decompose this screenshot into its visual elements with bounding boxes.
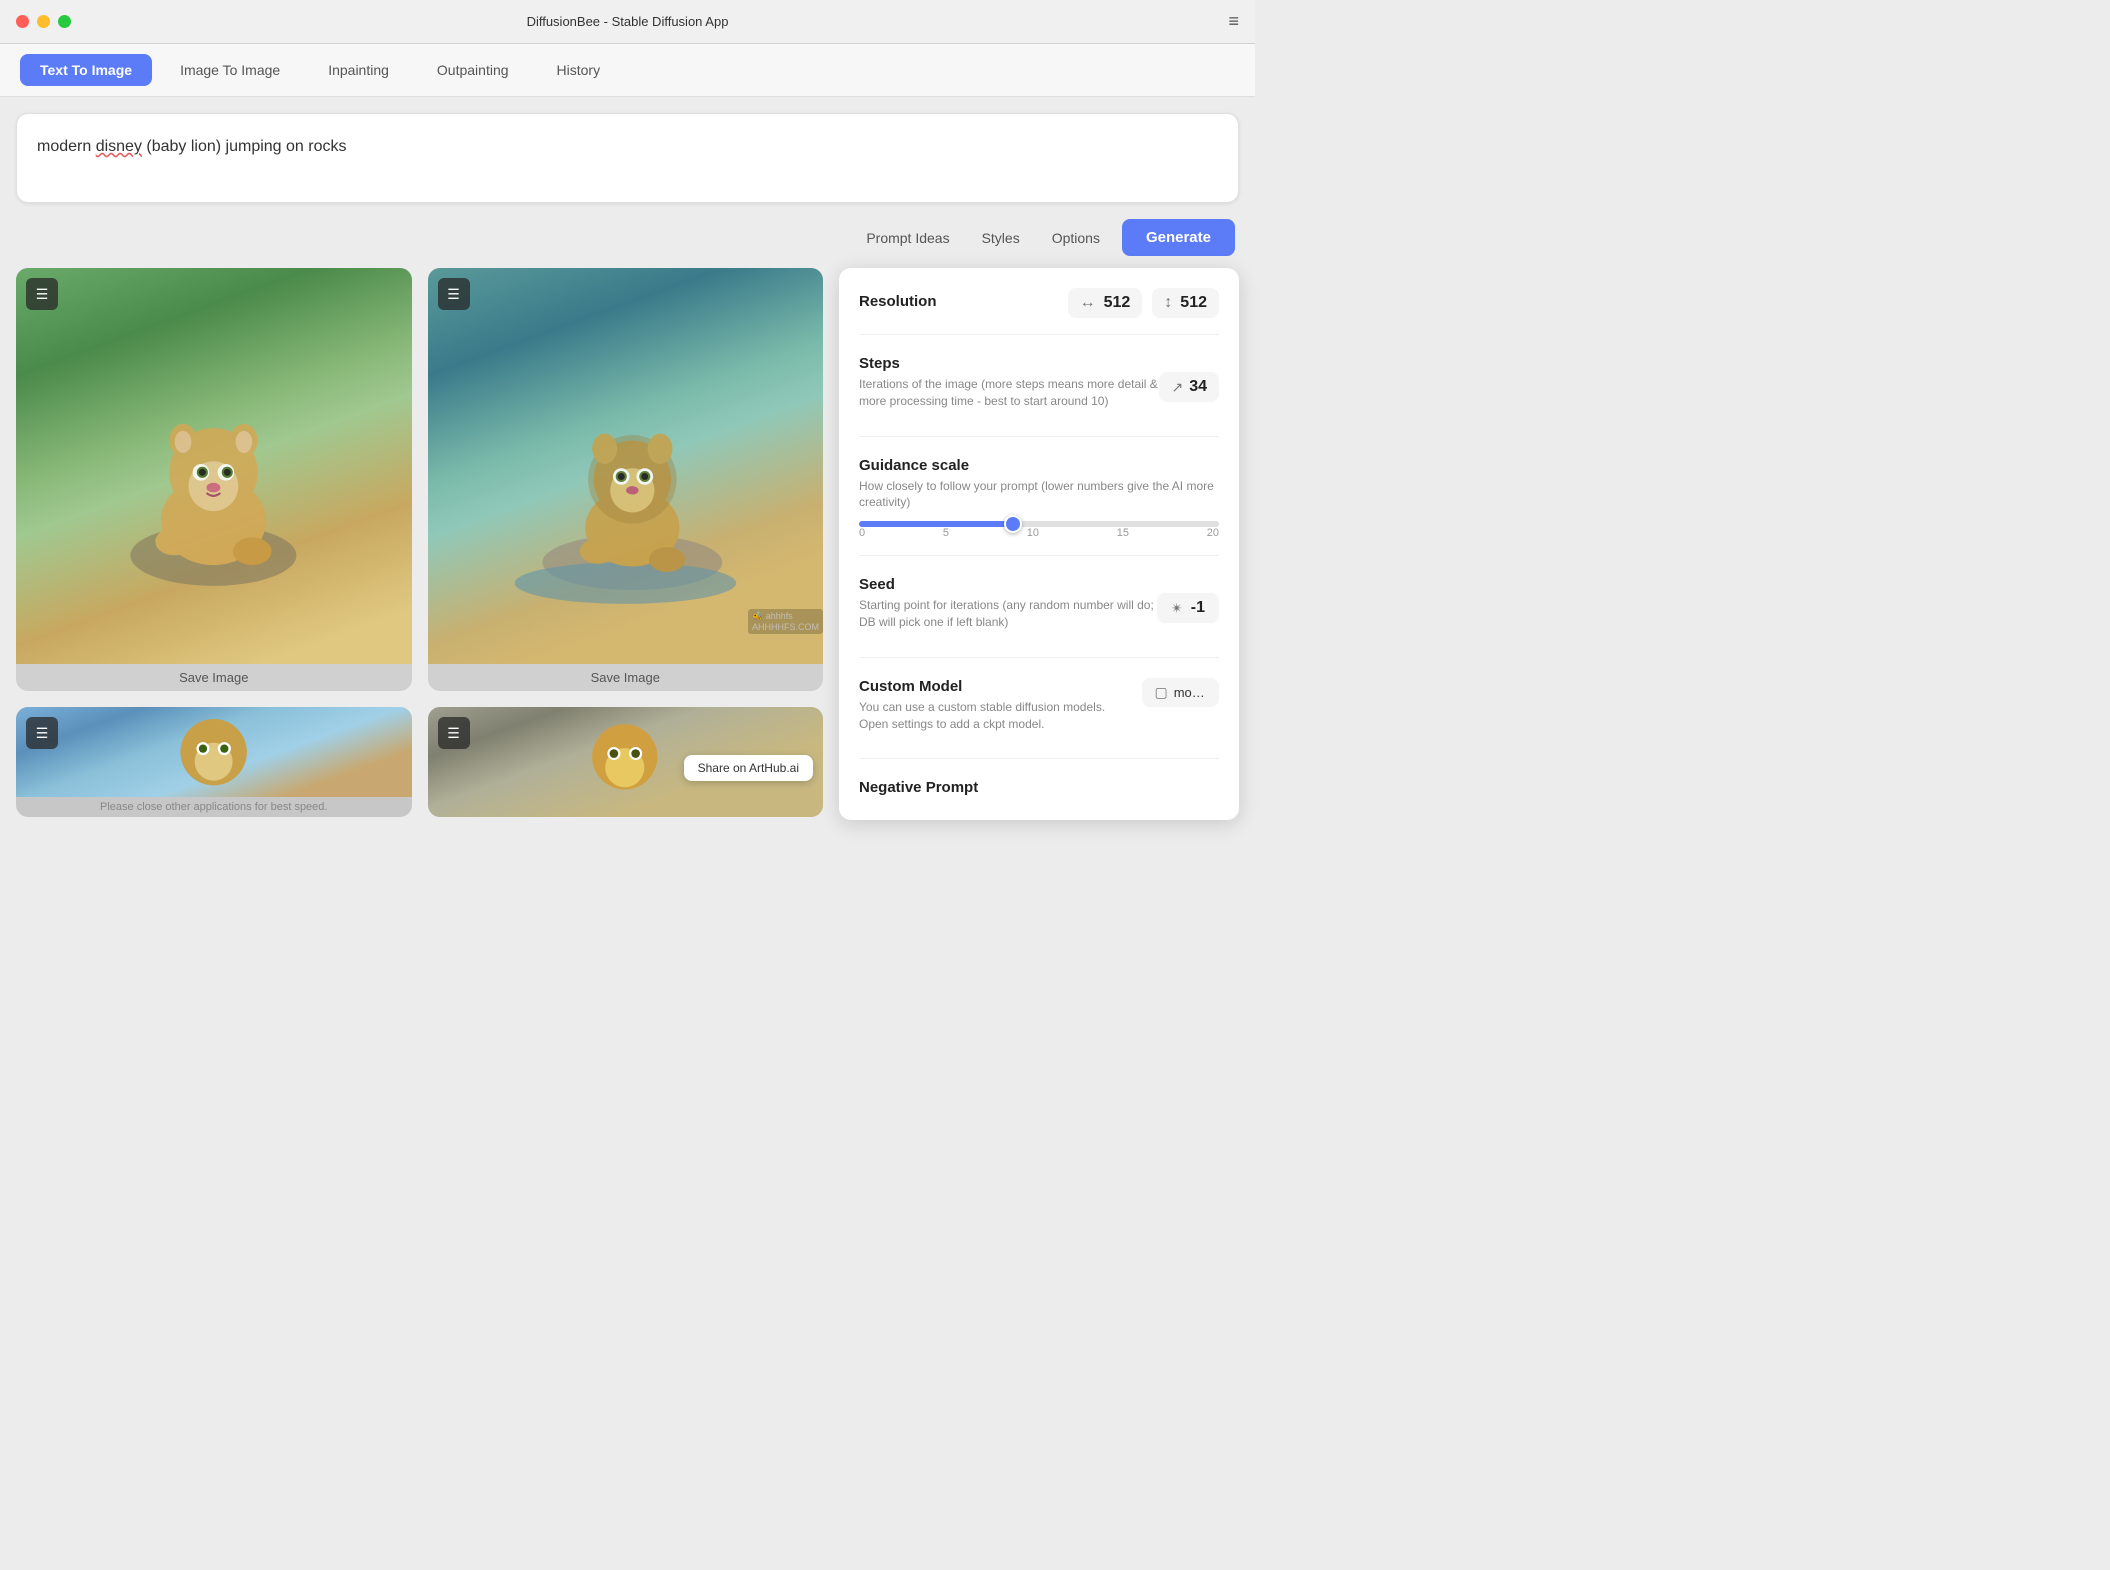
- prompt-ideas-tab[interactable]: Prompt Ideas: [856, 224, 959, 252]
- slider-label-10: 10: [1027, 527, 1039, 539]
- guidance-section: Guidance scale How closely to follow you…: [859, 457, 1219, 557]
- save-image-1[interactable]: Save Image: [179, 664, 248, 689]
- controls-row: Prompt Ideas Styles Options Generate: [16, 219, 1239, 256]
- width-value: 512: [1104, 294, 1131, 312]
- width-icon: ↔: [1080, 294, 1096, 312]
- prompt-box[interactable]: modern disney (baby lion) jumping on roc…: [16, 113, 1239, 203]
- tab-history[interactable]: History: [537, 54, 621, 86]
- guidance-desc: How closely to follow your prompt (lower…: [859, 478, 1219, 512]
- main-area: modern disney (baby lion) jumping on roc…: [0, 97, 1255, 782]
- steps-label: Steps: [859, 355, 1159, 372]
- save-image-2[interactable]: Save Image: [591, 664, 660, 689]
- image-menu-1[interactable]: ☰: [26, 278, 58, 310]
- notice-bar: Please close other applications for best…: [16, 797, 412, 817]
- negative-prompt-section: Negative Prompt: [859, 779, 1219, 800]
- model-select[interactable]: ▢ moDi-v1-pr: [1142, 678, 1219, 707]
- tab-outpainting[interactable]: Outpainting: [417, 54, 529, 86]
- steps-row: Steps Iterations of the image (more step…: [859, 355, 1219, 420]
- lion-image-3: [95, 707, 332, 797]
- steps-desc: Iterations of the image (more steps mean…: [859, 376, 1159, 410]
- steps-value-group[interactable]: ↗ 34: [1159, 372, 1219, 402]
- model-label: Custom Model: [859, 678, 1132, 695]
- model-name: moDi-v1-pr: [1174, 685, 1207, 700]
- resolution-label: Resolution: [859, 293, 937, 310]
- negative-prompt-label: Negative Prompt: [859, 779, 1219, 796]
- image-menu-4[interactable]: ☰: [438, 717, 470, 749]
- seed-input[interactable]: ✴ -1: [1157, 593, 1219, 623]
- image-menu-2[interactable]: ☰: [438, 278, 470, 310]
- prompt-underline: disney: [96, 138, 142, 155]
- content-area: ☰ Save Image: [16, 268, 1239, 820]
- minimize-button[interactable]: [37, 15, 50, 28]
- window-controls: [16, 15, 71, 28]
- image-card-3: ☰ Please close other applications for be…: [16, 707, 412, 817]
- seed-value: -1: [1191, 599, 1205, 617]
- image-menu-3[interactable]: ☰: [26, 717, 58, 749]
- share-button[interactable]: Share on ArtHub.ai: [684, 755, 813, 781]
- image-card-1: ☰ Save Image: [16, 268, 412, 691]
- lion-image-2: [487, 327, 764, 604]
- tab-image-to-image[interactable]: Image To Image: [160, 54, 300, 86]
- resolution-inputs: ↔ 512 ↕ 512: [1068, 288, 1219, 318]
- height-value: 512: [1180, 294, 1207, 312]
- image-4: ☰ Share on ArtHub.ai: [428, 707, 824, 817]
- model-info: Custom Model You can use a custom stable…: [859, 678, 1132, 743]
- options-panel: Resolution ↔ 512 ↕ 512: [839, 268, 1239, 820]
- menu-icon-3: ☰: [36, 725, 49, 742]
- prompt-text: modern disney (baby lion) jumping on roc…: [37, 138, 347, 156]
- seed-row: Seed Starting point for iterations (any …: [859, 576, 1219, 641]
- titlebar: DiffusionBee - Stable Diffusion App ≡: [0, 0, 1255, 44]
- window-title: DiffusionBee - Stable Diffusion App: [527, 14, 729, 29]
- model-row: Custom Model You can use a custom stable…: [859, 678, 1219, 743]
- resolution-section: Resolution ↔ 512 ↕ 512: [859, 288, 1219, 335]
- image-2: ☰ 🐝 ahhhfs AHHHHFS.COM: [428, 268, 824, 664]
- image-card-4: ☰ Share on ArtHub.ai: [428, 707, 824, 817]
- custom-model-section: Custom Model You can use a custom stable…: [859, 678, 1219, 760]
- options-tab[interactable]: Options: [1042, 224, 1110, 252]
- height-input[interactable]: ↕ 512: [1152, 288, 1219, 318]
- watermark-2: 🐝 ahhhfs AHHHHFS.COM: [748, 609, 823, 634]
- resolution-row: Resolution ↔ 512 ↕ 512: [859, 288, 1219, 318]
- seed-icon: ✴: [1171, 600, 1183, 617]
- menu-icon-4: ☰: [447, 725, 460, 742]
- model-icon: ▢: [1154, 684, 1167, 701]
- guidance-label: Guidance scale: [859, 457, 1219, 474]
- image-3: ☰: [16, 707, 412, 797]
- seed-desc: Starting point for iterations (any rando…: [859, 597, 1157, 631]
- seed-label: Seed: [859, 576, 1157, 593]
- guidance-slider[interactable]: [859, 521, 1219, 527]
- model-desc: You can use a custom stable diffusion mo…: [859, 699, 1132, 733]
- slider-label-15: 15: [1117, 527, 1129, 539]
- seed-section: Seed Starting point for iterations (any …: [859, 576, 1219, 658]
- slider-label-5: 5: [943, 527, 949, 539]
- navbar: Text To Image Image To Image Inpainting …: [0, 44, 1255, 97]
- guidance-slider-container: 0 5 10 15 20: [859, 521, 1219, 539]
- steps-icon: ↗: [1171, 379, 1183, 396]
- menu-icon[interactable]: ≡: [1228, 11, 1239, 32]
- slider-label-20: 20: [1207, 527, 1219, 539]
- seed-info: Seed Starting point for iterations (any …: [859, 576, 1157, 641]
- image-grid: ☰ Save Image: [16, 268, 823, 820]
- height-icon: ↕: [1164, 294, 1172, 312]
- image-1: ☰: [16, 268, 412, 664]
- menu-icon-2: ☰: [447, 286, 460, 303]
- tab-inpainting[interactable]: Inpainting: [308, 54, 409, 86]
- slider-label-0: 0: [859, 527, 865, 539]
- maximize-button[interactable]: [58, 15, 71, 28]
- styles-tab[interactable]: Styles: [972, 224, 1030, 252]
- width-input[interactable]: ↔ 512: [1068, 288, 1143, 318]
- generate-button[interactable]: Generate: [1122, 219, 1235, 256]
- image-card-2: ☰ 🐝 ahhhfs AHHHHFS.COM Save Image: [428, 268, 824, 691]
- menu-icon-1: ☰: [36, 286, 49, 303]
- close-button[interactable]: [16, 15, 29, 28]
- lion-image-1: [75, 327, 352, 604]
- tab-text-to-image[interactable]: Text To Image: [20, 54, 152, 86]
- steps-value: 34: [1189, 378, 1207, 396]
- steps-info: Steps Iterations of the image (more step…: [859, 355, 1159, 420]
- steps-section: Steps Iterations of the image (more step…: [859, 355, 1219, 437]
- watermark-text-2: 🐝 ahhhfs: [752, 611, 819, 622]
